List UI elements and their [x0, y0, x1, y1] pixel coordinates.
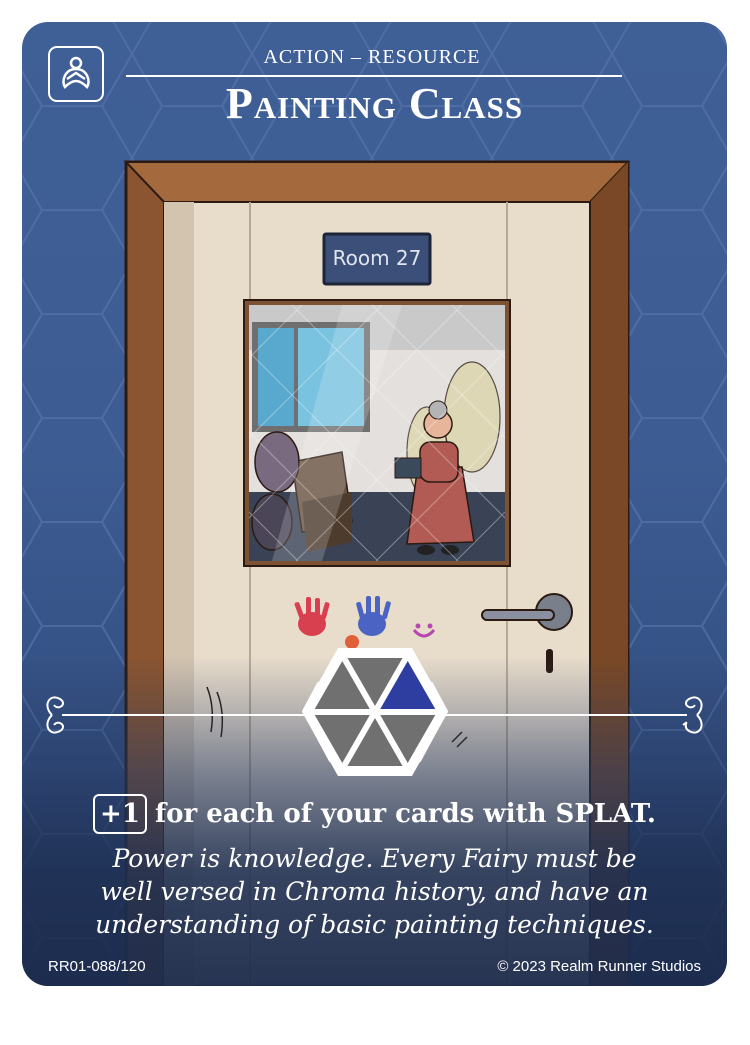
card: ACTION – RESOURCE Painting Class Room 27 [22, 22, 727, 986]
flavor-line-3: understanding of basic painting techniqu… [95, 910, 654, 939]
set-number: RR01-088/120 [48, 958, 146, 975]
ability-text: for each of your cards with SPLAT. [154, 799, 656, 829]
flavor-line-1: Power is knowledge. Every Fairy must be [112, 844, 637, 873]
card-type-line: ACTION – RESOURCE [263, 46, 481, 68]
copyright: © 2023 Realm Runner Studios [497, 958, 701, 975]
door-window [243, 299, 511, 567]
flavor-line-2: well versed in Chroma history, and have … [100, 877, 649, 906]
card-title: Painting Class [225, 79, 524, 128]
ability-cost-badge: +1 [93, 794, 147, 834]
flavor-text: Power is knowledge. Every Fairy must be … [72, 842, 677, 941]
title-rule [126, 75, 622, 77]
cost-hexagon [302, 648, 448, 776]
room-sign-label: Room 27 [332, 246, 422, 270]
ability-text-line: +1 for each of your cards with SPLAT. [22, 794, 727, 834]
